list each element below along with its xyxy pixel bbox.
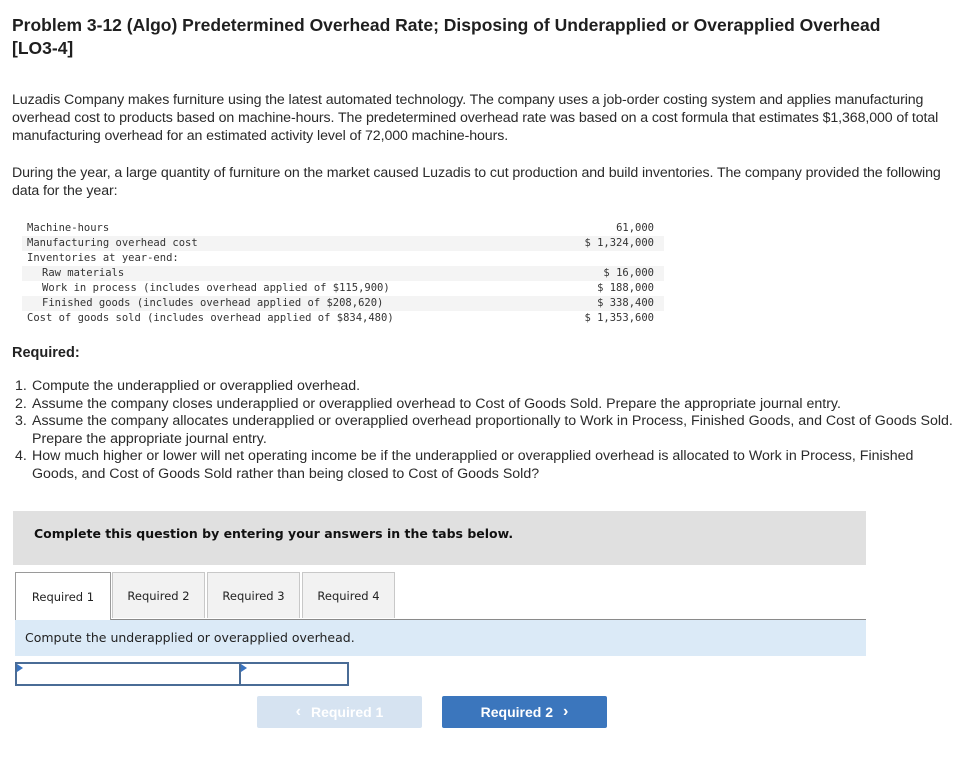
- item-number: 4.: [15, 448, 27, 464]
- row-value: $ 338,400: [597, 297, 654, 309]
- required-item: 3. Assume the company allocates underapp…: [15, 413, 960, 448]
- item-number: 1.: [15, 378, 27, 394]
- problem-intro: Luzadis Company makes furniture using th…: [12, 92, 939, 144]
- table-row: Work in process (includes overhead appli…: [22, 281, 664, 296]
- item-number: 2.: [15, 395, 27, 412]
- row-label: Raw materials: [42, 267, 125, 279]
- table-row: Machine-hours 61,000: [22, 221, 664, 236]
- row-value: 61,000: [616, 222, 654, 234]
- table-row: Cost of goods sold (includes overhead ap…: [22, 311, 664, 326]
- required-list: 1. Compute the underapplied or overappli…: [15, 378, 960, 483]
- answer-label-input[interactable]: [17, 664, 239, 684]
- table-row: Raw materials $ 16,000: [22, 266, 664, 281]
- row-label: Inventories at year-end:: [27, 252, 179, 264]
- input-marker-icon: [241, 664, 247, 672]
- required-item: 4. How much higher or lower will net ope…: [15, 448, 960, 483]
- row-value: $ 188,000: [597, 282, 654, 294]
- table-row: Manufacturing overhead cost $ 1,324,000: [22, 236, 664, 251]
- tab-required-3[interactable]: Required 3: [207, 572, 300, 618]
- required-heading: Required:: [12, 345, 80, 361]
- prev-button-label: Required 1: [310, 704, 384, 720]
- chevron-right-icon: ›: [563, 703, 569, 720]
- prev-tab-button[interactable]: ‹ Required 1: [257, 696, 422, 728]
- item-text: How much higher or lower will net operat…: [32, 448, 914, 482]
- row-value: $ 1,353,600: [584, 312, 654, 324]
- tab-required-1[interactable]: Required 1: [15, 572, 111, 620]
- table-row: Finished goods (includes overhead applie…: [22, 296, 664, 311]
- required-item: 1. Compute the underapplied or overappli…: [15, 378, 960, 396]
- tab-prompt-banner: Compute the underapplied or overapplied …: [15, 620, 866, 656]
- answer-amount-field[interactable]: [239, 662, 349, 686]
- row-label: Manufacturing overhead cost: [27, 237, 198, 249]
- tab-required-2[interactable]: Required 2: [112, 572, 205, 618]
- instruction-text: Complete this question by entering your …: [34, 526, 514, 541]
- answer-label-dropdown[interactable]: [15, 662, 241, 686]
- tab-prompt-text: Compute the underapplied or overapplied …: [25, 630, 355, 645]
- chevron-left-icon: ‹: [295, 703, 301, 720]
- item-text: Assume the company closes underapplied o…: [32, 395, 841, 412]
- problem-context: During the year, a large quantity of fur…: [12, 165, 941, 199]
- item-number: 3.: [15, 413, 27, 429]
- problem-title: Problem 3-12 (Algo) Predetermined Overhe…: [12, 15, 881, 58]
- row-value: $ 16,000: [603, 267, 654, 279]
- row-label: Finished goods (includes overhead applie…: [42, 297, 384, 309]
- row-value: $ 1,324,000: [584, 237, 654, 249]
- tab-bar: Required 1 Required 2 Required 3 Require…: [15, 572, 866, 620]
- next-button-label: Required 2: [480, 704, 554, 720]
- instruction-banner: Complete this question by entering your …: [13, 511, 866, 565]
- required-item: 2. Assume the company closes underapplie…: [15, 396, 960, 414]
- answer-amount-input[interactable]: [241, 664, 347, 684]
- row-label: Work in process (includes overhead appli…: [42, 282, 390, 294]
- row-label: Cost of goods sold (includes overhead ap…: [27, 312, 394, 324]
- item-text: Assume the company allocates underapplie…: [32, 413, 953, 447]
- table-row: Inventories at year-end:: [22, 251, 664, 266]
- input-marker-icon: [17, 664, 23, 672]
- row-label: Machine-hours: [27, 222, 110, 234]
- item-text: Compute the underapplied or overapplied …: [32, 378, 361, 394]
- next-tab-button[interactable]: Required 2 ›: [442, 696, 607, 728]
- data-table: Machine-hours 61,000 Manufacturing overh…: [22, 221, 664, 326]
- tab-required-4[interactable]: Required 4: [302, 572, 395, 618]
